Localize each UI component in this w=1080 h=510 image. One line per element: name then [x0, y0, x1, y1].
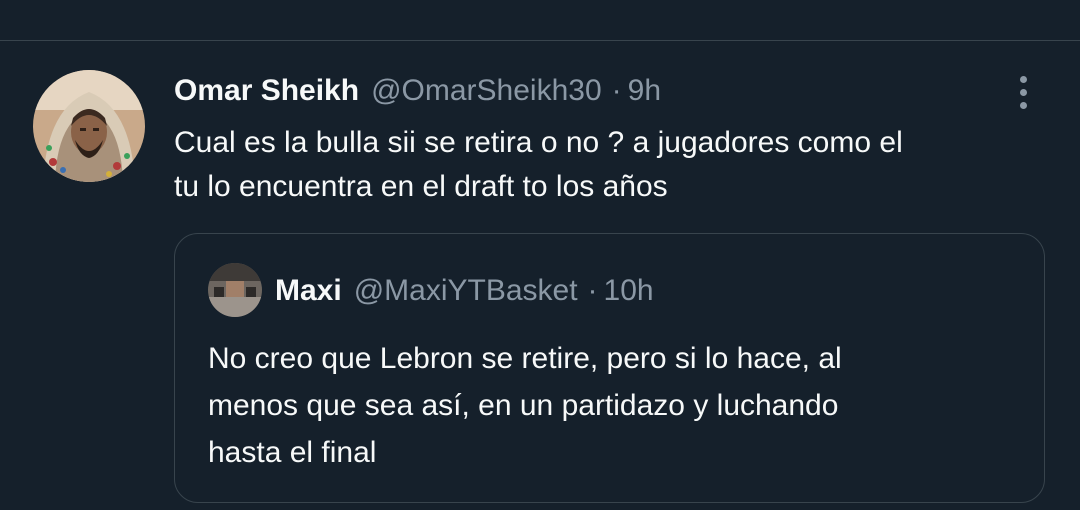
quoted-header-separator: · [587, 274, 598, 307]
quoted-tweet-text: No creo que Lebron se retire, pero si lo… [208, 335, 1028, 476]
quoted-tweet-header: Maxi @MaxiYTBasket · 10h [275, 271, 654, 311]
author-avatar[interactable] [33, 70, 145, 182]
more-dot [1019, 88, 1027, 96]
quoted-tweet-timestamp[interactable]: 10h [604, 274, 654, 308]
quoted-tweet-card[interactable]: Maxi @MaxiYTBasket · 10h No creo que Leb… [174, 233, 1045, 503]
tweet-timestamp[interactable]: 9h [628, 74, 661, 108]
quoted-text-line: hasta el final [208, 436, 377, 469]
tweet-text-line: Cual es la bulla sii se retira o no ? a … [174, 126, 903, 159]
quoted-text-line: No creo que Lebron se retire, pero si lo… [208, 342, 842, 375]
author-avatar-image [33, 70, 145, 182]
quoted-author-handle[interactable]: @MaxiYTBasket [354, 274, 578, 308]
more-vertical-icon[interactable] [1009, 72, 1037, 112]
quoted-author-avatar-image [208, 263, 262, 317]
quoted-author-name[interactable]: Maxi [275, 274, 342, 308]
tweet-text: Cual es la bulla sii se retira o no ? a … [174, 121, 1054, 209]
quoted-text-line: menos que sea así, en un partidazo y luc… [208, 389, 839, 422]
more-dot [1019, 101, 1027, 109]
tweet-screen: Omar Sheikh @OmarSheikh30 · 9h Cual es l… [0, 0, 1080, 510]
more-dot [1019, 75, 1027, 83]
tweet-text-line: tu lo encuentra en el draft to los años [174, 170, 668, 203]
author-name[interactable]: Omar Sheikh [174, 74, 359, 108]
header-separator: · [611, 74, 622, 107]
tweet-header: Omar Sheikh @OmarSheikh30 · 9h [174, 71, 661, 111]
quoted-author-avatar[interactable] [208, 263, 262, 317]
author-handle[interactable]: @OmarSheikh30 [371, 74, 602, 108]
top-divider [0, 40, 1080, 41]
